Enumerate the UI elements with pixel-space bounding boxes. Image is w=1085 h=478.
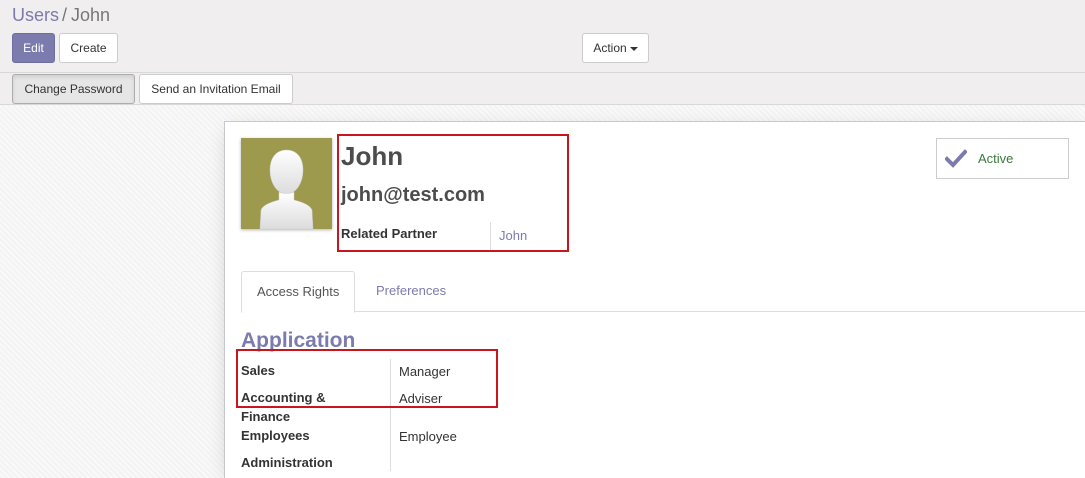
employees-value[interactable]: Employee — [399, 429, 457, 444]
tab-access-rights[interactable]: Access Rights — [241, 271, 356, 313]
avatar-silhouette-icon — [259, 149, 314, 229]
edit-button[interactable]: Edit — [12, 33, 55, 63]
employees-label: Employees — [241, 428, 310, 443]
change-password-button[interactable]: Change Password — [12, 74, 135, 104]
form-sheet: John john@test.com Related Partner John … — [224, 121, 1085, 478]
statusbar: Change Password Send an Invitation Email — [0, 73, 1085, 105]
avatar[interactable] — [241, 138, 332, 229]
active-toggle-button[interactable]: Active — [936, 138, 1069, 179]
breadcrumb-separator: / — [62, 5, 68, 25]
send-invitation-button[interactable]: Send an Invitation Email — [139, 74, 293, 104]
breadcrumb-current: John — [71, 5, 111, 25]
create-button[interactable]: Create — [59, 33, 118, 63]
breadcrumb: Users / John — [12, 4, 110, 26]
highlight-box-user-info — [337, 134, 569, 252]
tab-preferences[interactable]: Preferences — [361, 271, 461, 312]
notebook-tabs: Access Rights Preferences — [241, 271, 1085, 313]
breadcrumb-users-link[interactable]: Users — [12, 5, 59, 25]
caret-down-icon — [629, 46, 638, 51]
action-label: Action — [593, 41, 627, 55]
action-dropdown[interactable]: Action — [582, 33, 649, 63]
check-icon — [945, 149, 967, 168]
highlight-box-rights — [236, 349, 498, 408]
active-label: Active — [978, 151, 1014, 166]
control-panel: Users / John Edit Create Action — [0, 0, 1085, 73]
administration-label: Administration — [241, 455, 333, 470]
